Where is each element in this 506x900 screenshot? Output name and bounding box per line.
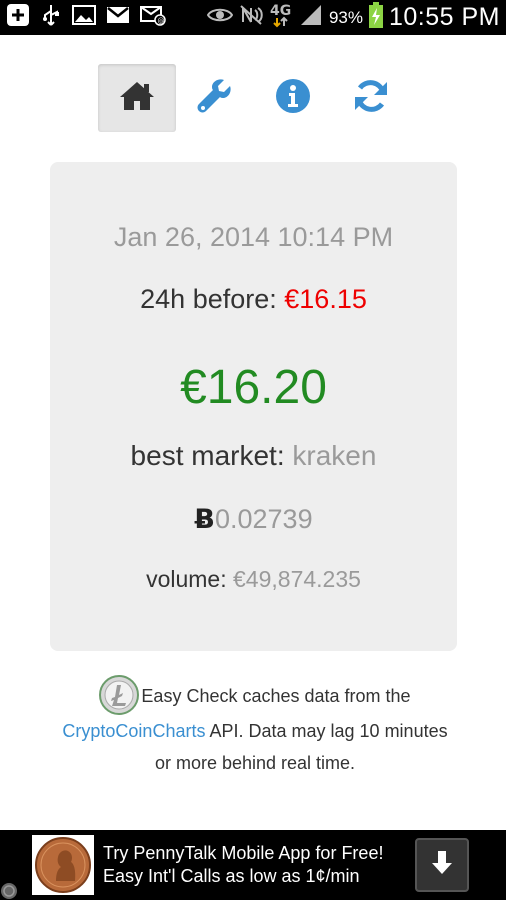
wrench-icon <box>196 77 234 120</box>
price-24h-before: 24h before: €16.15 <box>50 284 457 315</box>
status-bar: @ 4G 93% 10:55 PM <box>0 0 506 35</box>
nav-refresh-button[interactable] <box>332 64 410 132</box>
volume-value: €49,874.235 <box>233 566 361 592</box>
plus-icon <box>6 3 30 32</box>
eye-icon <box>206 6 234 29</box>
price-card: Jan 26, 2014 10:14 PM 24h before: €16.15… <box>50 162 457 651</box>
bitcoin-icon: Ƀ <box>194 504 215 535</box>
btc-value: 0.02739 <box>214 504 313 534</box>
home-icon <box>119 80 155 117</box>
no-nfc-icon <box>239 4 263 31</box>
nav-home-button[interactable] <box>98 64 176 132</box>
btc-price: Ƀ0.02739 <box>50 504 457 535</box>
market-label: best market: <box>130 440 293 471</box>
usb-icon <box>40 3 62 32</box>
ad-banner[interactable]: Try PennyTalk Mobile App for Free! Easy … <box>0 830 506 900</box>
status-system: 4G 93% 10:55 PM <box>206 0 500 35</box>
ad-line-1: Try PennyTalk Mobile App for Free! <box>103 843 384 863</box>
top-nav <box>98 64 408 132</box>
svg-text:4G: 4G <box>270 3 291 19</box>
timestamp: Jan 26, 2014 10:14 PM <box>113 222 394 252</box>
ad-line-2: Easy Int'l Calls as low as 1¢/min <box>103 866 360 886</box>
nav-info-button[interactable] <box>254 64 332 132</box>
signal-icon <box>299 3 323 32</box>
best-market: best market: kraken <box>50 440 457 472</box>
battery-percent: 93% <box>328 7 363 27</box>
before-value: €16.15 <box>284 284 367 314</box>
note-text-1: Easy Check caches data from the <box>141 685 411 706</box>
email-icon: @ <box>140 4 166 31</box>
info-icon <box>275 78 311 119</box>
market-value: kraken <box>292 440 377 471</box>
data-source-note: Easy Check caches data from the CryptoCo… <box>60 675 450 779</box>
ad-info-icon[interactable] <box>0 882 18 900</box>
ad-text: Try PennyTalk Mobile App for Free! Easy … <box>103 842 383 888</box>
download-arrow-icon <box>428 849 456 882</box>
gmail-icon <box>106 5 130 30</box>
status-notifications: @ <box>6 3 166 32</box>
penny-coin-image <box>32 835 94 895</box>
clock: 10:55 PM <box>388 3 500 31</box>
volume: volume: €49,874.235 <box>50 566 457 593</box>
nav-settings-button[interactable] <box>176 64 254 132</box>
litecoin-logo-icon <box>99 675 140 715</box>
4g-icon: 4G <box>269 1 293 34</box>
battery-charging-icon <box>368 2 383 33</box>
before-label: 24h before: <box>140 284 285 314</box>
current-price: €16.20 <box>180 361 327 414</box>
svg-text:@: @ <box>158 17 165 25</box>
image-icon <box>72 4 96 31</box>
refresh-icon <box>353 78 389 119</box>
ad-download-button[interactable] <box>415 838 469 892</box>
volume-label: volume: <box>146 566 234 592</box>
cryptocoincharts-link[interactable]: CryptoCoinCharts <box>62 721 205 741</box>
